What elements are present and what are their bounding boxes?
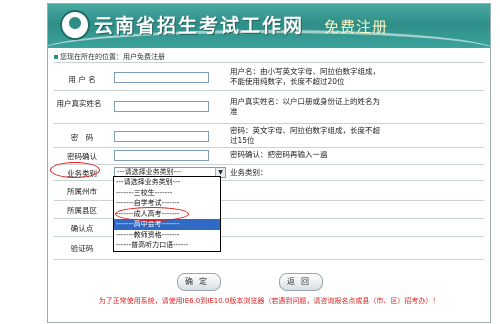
site-banner: 云南省招生考试工作网 免费注册 bbox=[48, 4, 490, 48]
confirm-input[interactable] bbox=[114, 150, 209, 161]
realname-tip: 用户真实姓名：以户口册或身份证上的姓名为准 bbox=[230, 97, 380, 116]
testpoint-label: 确认点 bbox=[70, 224, 94, 233]
bullet-icon bbox=[54, 55, 58, 59]
password-input[interactable] bbox=[114, 131, 209, 142]
city-label: 所属州市 bbox=[67, 187, 97, 196]
dropdown-option[interactable]: ------普高听力口语------ bbox=[114, 240, 220, 251]
site-logo-icon bbox=[60, 10, 90, 40]
back-button[interactable]: 返回 bbox=[279, 273, 323, 291]
section-title: 免费注册 bbox=[324, 18, 389, 36]
breadcrumb-text: 您现在所在的位置：用户免费注册 bbox=[60, 53, 165, 61]
password-label: 密 码 bbox=[70, 133, 94, 142]
confirm-button[interactable]: 确定 bbox=[177, 273, 221, 291]
county-label: 所属县区 bbox=[67, 206, 97, 215]
captcha-label: 验证码 bbox=[70, 244, 94, 253]
dropdown-option-highlighted[interactable]: -------高中会考------- bbox=[114, 219, 220, 230]
annotation-oval-option bbox=[115, 207, 189, 221]
password-row: 密 码 密码：英文字母、阿拉伯数字组成，长度不超过15位 bbox=[54, 123, 484, 148]
registration-page: 云南省招生考试工作网 免费注册 您现在所在的位置：用户免费注册 用 户 名 用户… bbox=[47, 3, 491, 323]
breadcrumb: 您现在所在的位置：用户免费注册 bbox=[54, 52, 165, 62]
realname-row: 用户真实姓名 用户真实姓名：以户口册或身份证上的姓名为准 bbox=[54, 90, 484, 124]
username-row: 用 户 名 用户名：由小写英文字母、阿拉伯数字组成，不能使用纯数字，长度不超过2… bbox=[54, 62, 484, 91]
annotation-oval-label bbox=[50, 162, 100, 178]
business-tip: 业务类别： bbox=[230, 168, 268, 177]
dropdown-option[interactable]: -------教师资格------- bbox=[114, 230, 220, 241]
site-title: 云南省招生考试工作网 bbox=[94, 15, 305, 37]
dropdown-option[interactable]: -------三校生------- bbox=[114, 188, 220, 199]
dropdown-option[interactable]: ---请选择业务类别--- bbox=[114, 177, 220, 188]
username-tip: 用户名：由小写英文字母、阿拉伯数字组成，不能使用纯数字，长度不超过20位 bbox=[230, 67, 380, 86]
realname-label: 用户真实姓名 bbox=[56, 99, 102, 108]
realname-input[interactable] bbox=[114, 101, 209, 112]
confirm-row: 密码确认 密码确认：把密码再输入一遍 bbox=[54, 147, 484, 165]
browser-notice: 为了正常使用系统，请使用IE6.0到IE10.0版本浏览器（若遇到问题，请咨询报… bbox=[98, 297, 440, 305]
confirm-label: 密码确认 bbox=[67, 152, 97, 161]
business-select-value: ---请选择业务类别--- bbox=[117, 168, 182, 176]
username-label: 用 户 名 bbox=[68, 75, 96, 84]
password-tip: 密码：英文字母、阿拉伯数字组成，长度不超过15位 bbox=[230, 126, 380, 145]
confirm-tip: 密码确认：把密码再输入一遍 bbox=[230, 150, 328, 159]
username-input[interactable] bbox=[114, 72, 209, 83]
